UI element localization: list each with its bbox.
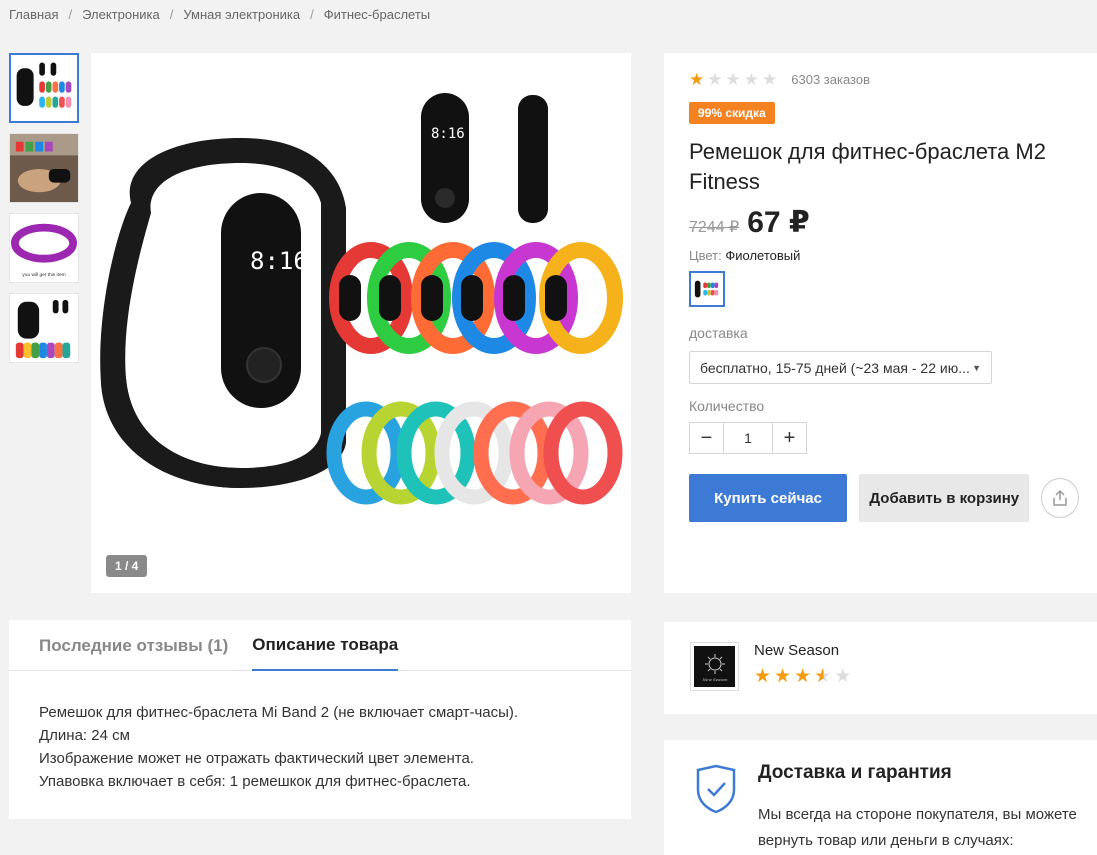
quantity-input[interactable]: 1 [724,422,772,454]
seller-rating-stars: ★ ★ ★ ★ ★ [754,666,852,687]
color-swatch[interactable] [689,271,725,307]
product-info-panel: ★ ★ ★ ★ ★ 6303 заказов 99% скидка Ремешо… [664,53,1097,593]
seller-logo-text: New Season [701,677,728,682]
star-icon: ★ [743,70,759,89]
price-row: 7244 ₽ 67 ₽ [689,205,1079,240]
thumbnail-3[interactable]: you will get this item [9,213,79,283]
product-tabs-card: Последние отзывы (1) Описание товара Рем… [9,620,631,819]
seller-card[interactable]: New Season New Season ★ ★ ★ ★ ★ [664,622,1097,714]
tab-description[interactable]: Описание товара [252,620,399,671]
watch-display-text: 8:16 [250,247,308,275]
buy-now-button[interactable]: Купить сейчас [689,474,848,522]
breadcrumb-home[interactable]: Главная [9,7,58,22]
thumbnail-caption: you will get this item [22,272,65,278]
breadcrumb-fitness-bands[interactable]: Фитнес-браслеты [324,7,430,22]
action-buttons: Купить сейчас Добавить в корзину [689,474,1079,522]
delivery-select[interactable]: бесплатно, 15-75 дней (~23 мая - 22 ию..… [689,351,992,384]
product-description: Ремешок для фитнес-браслета Mi Band 2 (н… [9,671,631,823]
old-price: 7244 ₽ [689,219,740,236]
star-icon: ★ [689,70,705,89]
add-to-cart-button[interactable]: Добавить в корзину [859,474,1030,522]
fitness-band-illustration: 8:16 8:16 [100,93,623,505]
plus-button[interactable]: + [772,422,807,454]
star-icon: ★ [707,70,723,89]
minus-button[interactable]: − [689,422,724,454]
shield-check-icon [696,764,736,814]
star-icon: ★ [725,70,741,89]
chevron-down-icon: ▼ [972,362,981,373]
seller-logo[interactable]: New Season [690,642,739,691]
breadcrumb-electronics[interactable]: Электроника [82,7,160,22]
thumbnail-1[interactable] [9,53,79,123]
color-row: Цвет: Фиолетовый [689,248,1079,263]
image-counter: 1 / 4 [106,555,148,577]
seller-name[interactable]: New Season [754,642,839,659]
delivery-guarantee-card: Доставка и гарантия Мы всегда на стороне… [664,740,1097,855]
thumbnail-4[interactable] [9,293,79,363]
breadcrumb: Главная / Электроника / Умная электроник… [9,7,430,22]
color-label: Цвет: [689,248,722,263]
guarantee-title: Доставка и гарантия [758,762,952,783]
description-line: Ремешок для фитнес-браслета Mi Band 2 (н… [39,704,519,721]
product-title: Ремешок для фитнес-браслета M2 Fitness [689,139,1046,194]
thumbnail-2[interactable] [9,133,79,203]
delivery-value: бесплатно, 15-75 дней (~23 мая - 22 ию..… [700,359,970,376]
share-button[interactable] [1041,478,1079,518]
breadcrumb-smart-electronics[interactable]: Умная электроника [183,7,300,22]
delivery-label: доставка [689,325,748,341]
current-price: 67 ₽ [747,206,810,239]
star-icon: ★ [834,666,852,687]
star-icon: ★ [754,666,772,687]
thumbnail-list: you will get this item [9,53,79,373]
star-icon: ★ [762,70,778,89]
description-line: Упавовка включает в себя: 1 ремешкок для… [39,773,471,790]
color-value: Фиолетовый [725,248,801,263]
rating-row: ★ ★ ★ ★ ★ 6303 заказов [689,71,1079,88]
half-star-icon: ★ [814,666,832,687]
pod-display-text: 8:16 [431,126,465,142]
guarantee-text: Мы всегда на стороне покупателя, вы може… [758,806,1077,849]
orders-count: 6303 заказов [791,72,870,87]
tab-reviews[interactable]: Последние отзывы (1) [39,620,228,671]
quantity-label: Количество [689,398,765,414]
star-icon: ★ [794,666,812,687]
share-icon [1053,489,1067,506]
breadcrumb-separator: / [169,7,174,22]
tab-bar: Последние отзывы (1) Описание товара [9,620,631,671]
description-line: Изображение может не отражать фактически… [39,750,474,767]
product-main-image[interactable]: 8:16 8:16 1 / 4 [91,53,631,593]
breadcrumb-separator: / [310,7,314,22]
seller-logo-graphic: New Season [701,653,728,682]
breadcrumb-separator: / [68,7,73,22]
rating-stars: ★ ★ ★ ★ ★ [689,71,777,88]
star-icon: ★ [774,666,792,687]
quantity-stepper: − 1 + [689,422,1079,454]
description-line: Длина: 24 см [39,727,130,744]
discount-badge: 99% скидка [689,102,775,124]
